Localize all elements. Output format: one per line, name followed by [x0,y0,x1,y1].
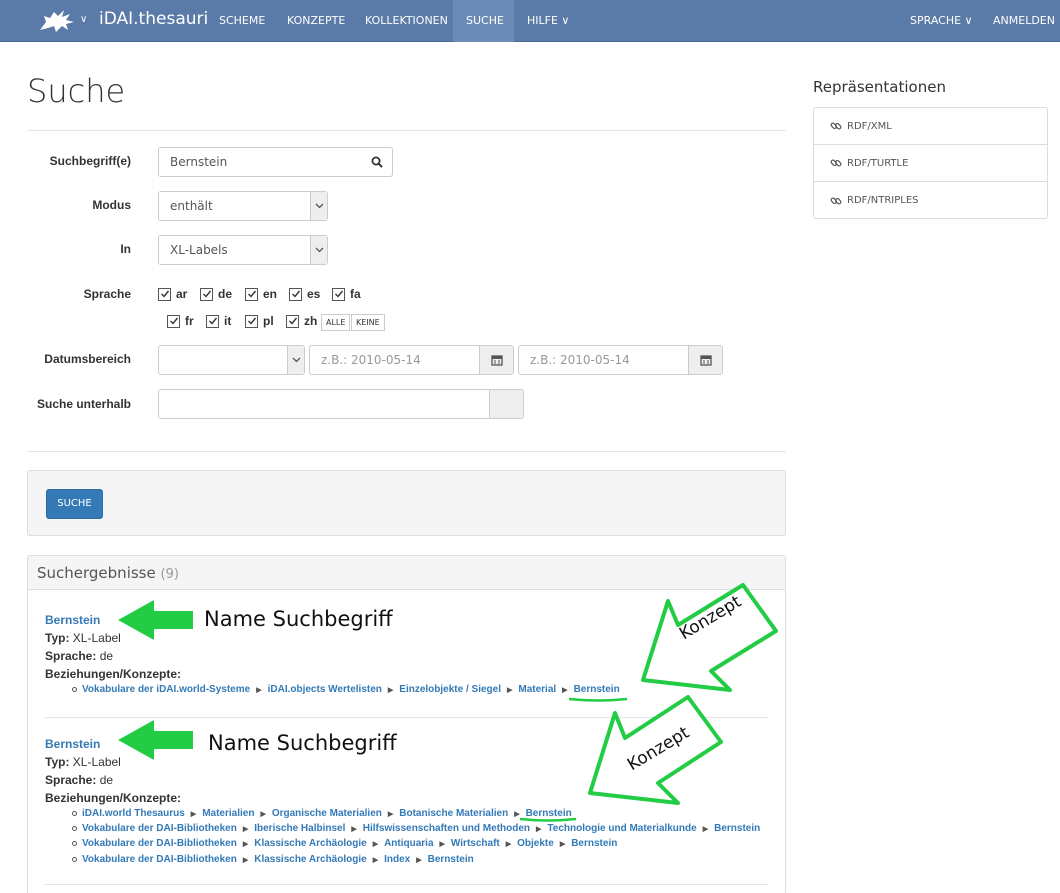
annotation-name-label: Name Suchbegriff [208,731,397,755]
annotation-name-label: Name Suchbegriff [204,607,393,631]
underline-mark [568,697,628,702]
annotation-overlay [118,583,778,822]
left-arrow-icon [118,600,193,640]
left-arrow-icon [118,720,193,760]
konzept-arrow-icon [641,583,778,692]
underline-mark [519,817,577,822]
